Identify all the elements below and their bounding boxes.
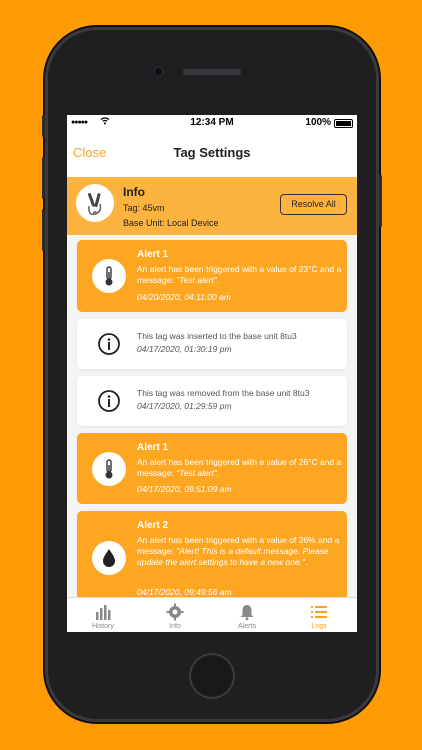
- tab-label: Info: [169, 623, 181, 630]
- status-bar: ●●●●● 12:34 PM 100%: [67, 115, 357, 131]
- alert-title: Alert 1: [137, 249, 169, 260]
- bell-icon: [240, 605, 254, 621]
- log-card-info[interactable]: This tag was inserted to the base unit 8…: [77, 319, 347, 369]
- alert-date: 04/20/2020, 04:11:00 am: [137, 292, 231, 302]
- water-drop-icon: [92, 541, 126, 575]
- alert-title: Alert 1: [137, 442, 169, 453]
- log-card-alert[interactable]: Alert 2 An alert has been triggered with…: [77, 511, 347, 598]
- page-title: Tag Settings: [173, 145, 251, 160]
- info-header: Info Tag: 45vm Base Unit: Local Device R…: [67, 177, 357, 235]
- tab-label: Logs: [311, 623, 327, 630]
- mute-switch: [42, 115, 45, 137]
- log-list[interactable]: Alert 1 An alert has been triggered with…: [67, 235, 357, 598]
- app-screen: ●●●●● 12:34 PM 100% Close Tag Settings I…: [67, 115, 357, 632]
- alert-message: An alert has been triggered with a value…: [137, 457, 342, 478]
- info-icon: [92, 327, 126, 361]
- earpiece-speaker: [183, 69, 241, 75]
- alert-title: Alert 2: [137, 520, 169, 531]
- bar-chart-icon: [96, 605, 111, 620]
- alert-date: 04/17/2020, 09:49:56 am: [137, 587, 232, 597]
- volume-down-button: [42, 209, 45, 251]
- tab-alerts[interactable]: Alerts: [211, 598, 283, 632]
- info-icon: [92, 384, 126, 418]
- gear-icon: [166, 603, 184, 621]
- tab-label: Alerts: [238, 623, 256, 630]
- log-card-info[interactable]: This tag was removed from the base unit …: [77, 376, 347, 426]
- thermometer-icon: [92, 452, 126, 486]
- alert-date: 04/17/2020, 09:51:09 am: [137, 484, 232, 494]
- info-message: This tag was removed from the base unit …: [137, 388, 310, 398]
- thermometer-icon: [92, 259, 126, 293]
- tab-logs[interactable]: Logs: [283, 598, 355, 632]
- tag-id: Tag: 45vm: [123, 203, 165, 213]
- tab-label: History: [92, 623, 114, 630]
- nav-bar: Close Tag Settings: [67, 131, 357, 177]
- tag-device-icon: [76, 184, 114, 222]
- log-card-alert[interactable]: Alert 1 An alert has been triggered with…: [77, 433, 347, 504]
- tab-info[interactable]: Info: [139, 598, 211, 632]
- front-camera: [153, 66, 164, 77]
- resolve-all-button[interactable]: Resolve All: [280, 194, 347, 215]
- info-title: Info: [123, 185, 145, 199]
- tab-history[interactable]: History: [67, 598, 139, 632]
- info-date: 04/17/2020, 01:29:59 pm: [137, 401, 232, 411]
- base-unit: Base Unit: Local Device: [123, 218, 219, 228]
- alert-message: An alert has been triggered with a value…: [137, 264, 342, 285]
- list-icon: [311, 606, 327, 618]
- volume-up-button: [42, 157, 45, 199]
- power-button: [379, 175, 382, 227]
- battery-percent: 100%: [305, 117, 331, 128]
- info-date: 04/17/2020, 01:30:19 pm: [137, 344, 232, 354]
- alert-message: An alert has been triggered with a value…: [137, 535, 340, 567]
- home-button[interactable]: [191, 655, 233, 697]
- battery-icon: [334, 119, 353, 128]
- log-card-alert[interactable]: Alert 1 An alert has been triggered with…: [77, 240, 347, 312]
- phone-frame: ●●●●● 12:34 PM 100% Close Tag Settings I…: [42, 27, 382, 722]
- tab-bar: History Info Alerts Logs: [67, 597, 357, 632]
- info-message: This tag was inserted to the base unit 8…: [137, 331, 297, 341]
